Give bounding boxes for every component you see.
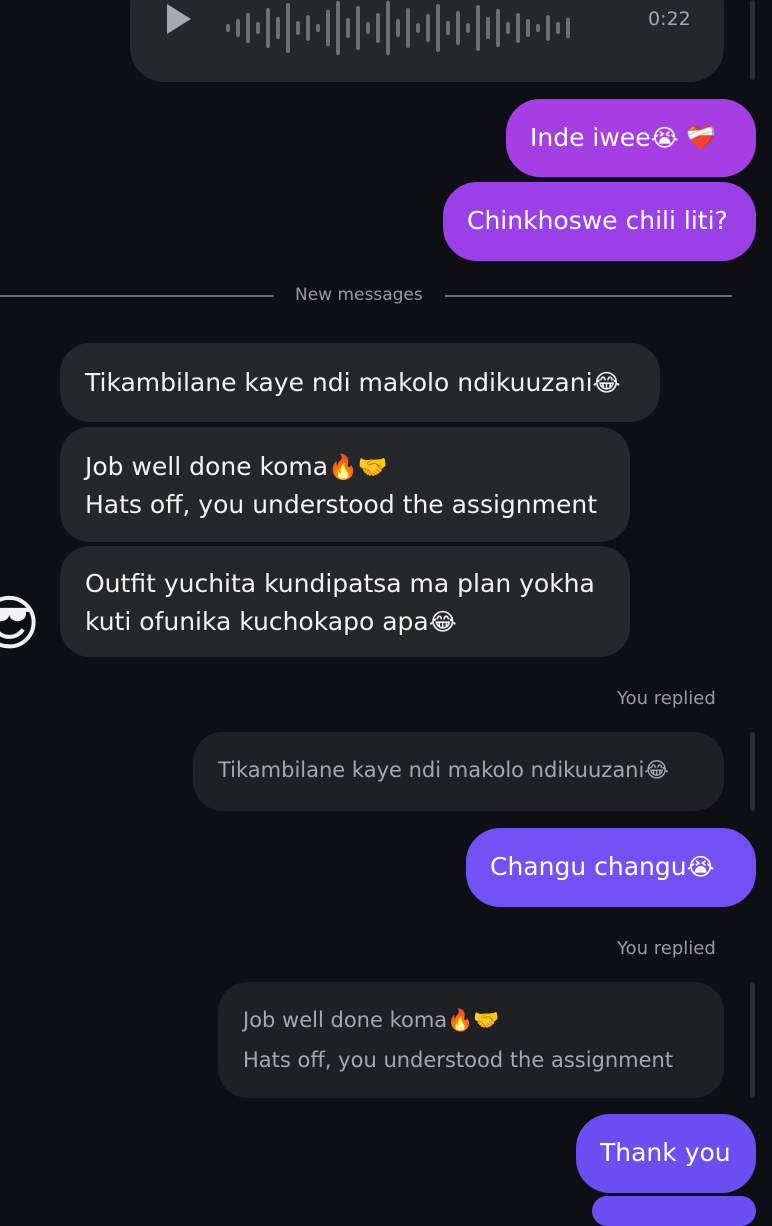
divider-line-right [445,295,732,297]
new-messages-divider: New messages [295,285,423,305]
voice-message-bubble: 0:22 [130,0,724,82]
message-text-line2: kuti ofunika kuchokapo apa [85,607,429,636]
quoted-reply[interactable]: Tikambilane kaye ndi makolo ndikuuzani😂 [193,732,724,811]
received-message[interactable]: Outfit yuchita kundipatsa ma plan yokha … [60,546,630,657]
quoted-reply[interactable]: Job well done koma🔥🤝 Hats off, you under… [218,982,724,1098]
message-text: Tikambilane kaye ndi makolo ndikuuzani [85,368,593,397]
received-message[interactable]: Tikambilane kaye ndi makolo ndikuuzani😂 [60,343,660,422]
laughing-emoji-icon: 😂 [592,369,621,397]
reply-indicator [750,732,755,811]
message-text: Outfit yuchita kundipatsa ma plan yokha [85,569,595,598]
message-text: Job well done koma [85,452,329,481]
message-text: Thank you [600,1138,731,1167]
sent-message[interactable]: Thank you [576,1114,756,1193]
play-icon[interactable] [164,2,194,40]
message-text: Chinkhoswe chili liti? [467,206,728,235]
sent-message[interactable]: Chinkhoswe chili liti? [443,182,756,261]
audio-waveform[interactable] [226,0,576,58]
crying-heart-emoji-icon: 😭 ❤️‍🩹 [650,124,717,152]
scrollbar[interactable] [750,0,755,80]
message-text: Inde iwee [530,123,651,152]
sent-message[interactable]: Changu changu😭 [466,828,756,907]
received-message[interactable]: Job well done koma🔥🤝 Hats off, you under… [60,427,630,542]
sent-message[interactable]: Inde iwee😭 ❤️‍🩹 [506,99,756,177]
sent-message-partial[interactable] [592,1196,756,1226]
quoted-text: Job well done koma [243,1008,448,1032]
message-text: Changu changu [490,852,687,881]
fire-handshake-emoji-icon: 🔥🤝 [328,453,388,481]
quoted-text-line2: Hats off, you understood the assignment [243,1048,674,1072]
you-replied-label: You replied [617,938,716,959]
quoted-text: Tikambilane kaye ndi makolo ndikuuzani [218,758,645,782]
fire-handshake-emoji-icon: 🔥🤝 [447,1008,500,1032]
voice-duration: 0:22 [648,8,691,30]
you-replied-label: You replied [617,688,716,709]
crying-emoji-icon: 😭 [686,853,715,881]
divider-line-left [0,295,274,297]
laughing-emoji-icon: 😂 [428,608,457,636]
laughing-emoji-icon: 😂 [644,758,669,782]
message-text-line2: Hats off, you understood the assignment [85,490,598,519]
reply-indicator [750,982,755,1098]
sender-avatar-sunglasses-icon[interactable]: 😎 [0,584,41,664]
